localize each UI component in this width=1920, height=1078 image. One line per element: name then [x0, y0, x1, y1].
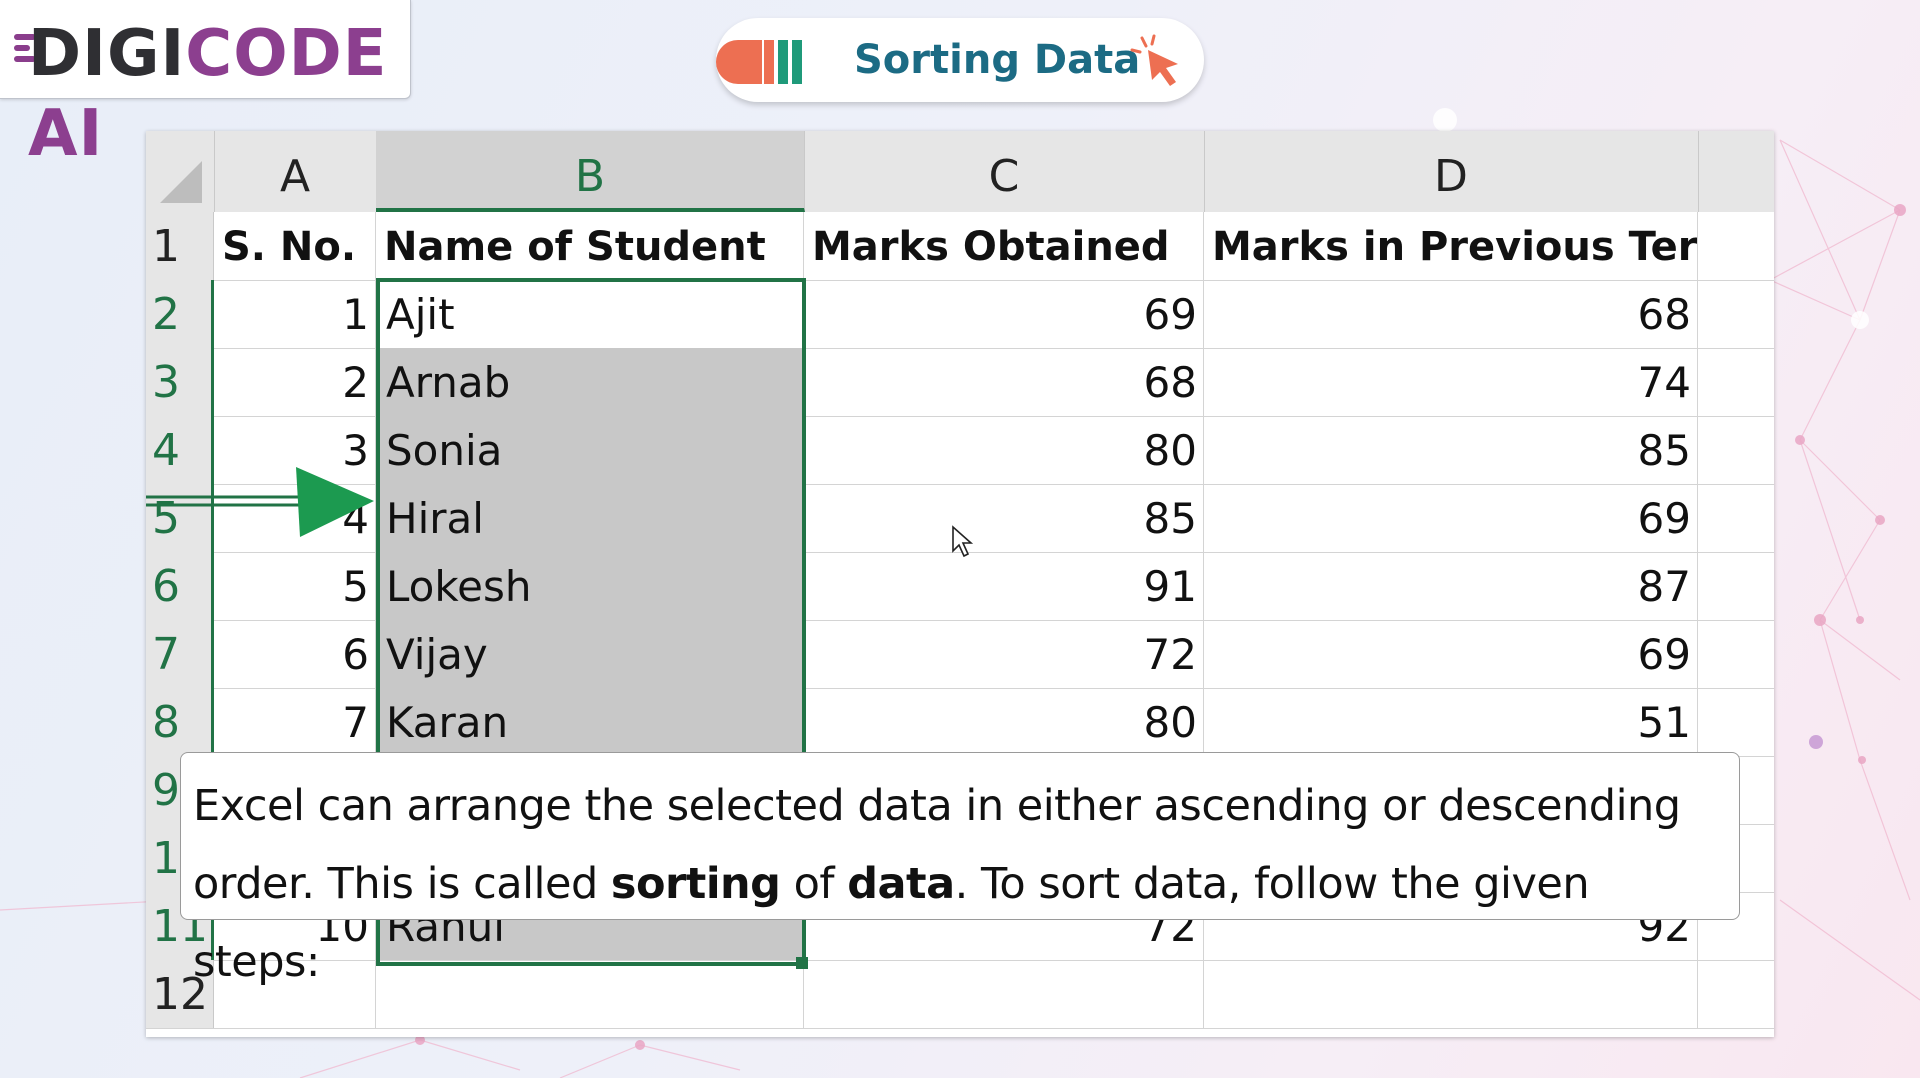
- cell-sno[interactable]: 7: [214, 688, 376, 756]
- table-row-header: 1 S. No. Name of Student Marks Obtained …: [146, 212, 1774, 281]
- cell-name[interactable]: [376, 960, 804, 1028]
- digicode-ai-logo: DIGICODE AI: [0, 0, 411, 171]
- mouse-pointer-icon: [952, 525, 974, 558]
- logo-text-part1: DIGI: [28, 17, 186, 91]
- title-pill: Sorting Data: [716, 18, 1204, 102]
- cell-name[interactable]: Lokesh: [376, 552, 804, 620]
- table-row: 12: [146, 960, 1774, 1029]
- cell-prev-marks[interactable]: 69: [1204, 484, 1698, 552]
- row-number[interactable]: 2: [146, 280, 214, 348]
- cell-prev-marks[interactable]: 74: [1204, 348, 1698, 416]
- cell-marks[interactable]: 80: [804, 688, 1204, 756]
- click-cursor-icon: [1130, 34, 1178, 86]
- table-row: 8 7 Karan 80 51: [146, 688, 1774, 757]
- row-number[interactable]: 8: [146, 688, 214, 756]
- cell-name[interactable]: Hiral: [376, 484, 804, 552]
- cell-sno[interactable]: 2: [214, 348, 376, 416]
- table-row: 2 1 Ajit 69 68: [146, 280, 1774, 349]
- page-title: Sorting Data: [854, 37, 1141, 83]
- cell-prev-marks[interactable]: 51: [1204, 688, 1698, 756]
- row-number[interactable]: 1: [146, 212, 214, 280]
- cell-name[interactable]: Arnab: [376, 348, 804, 416]
- caption-box: Excel can arrange the selected data in e…: [180, 752, 1740, 987]
- cell-marks[interactable]: 85: [804, 484, 1204, 552]
- row-number[interactable]: 6: [146, 552, 214, 620]
- table-row: 4 3 Sonia 80 85: [146, 416, 1774, 485]
- cell-marks[interactable]: 80: [804, 416, 1204, 484]
- cell-marks[interactable]: 69: [804, 280, 1204, 348]
- fill-handle[interactable]: [796, 957, 808, 969]
- cell-name[interactable]: Karan: [376, 688, 804, 756]
- row-number[interactable]: 3: [146, 348, 214, 416]
- cell-marks[interactable]: 72: [804, 620, 1204, 688]
- caption-bold-sorting: sorting: [610, 859, 781, 909]
- cell-sno[interactable]: 1: [214, 280, 376, 348]
- cell-c1[interactable]: Marks Obtained: [804, 212, 1204, 280]
- cell-b1[interactable]: Name of Student: [376, 212, 804, 280]
- cell-marks[interactable]: 91: [804, 552, 1204, 620]
- caption-bold-data: data: [847, 859, 955, 909]
- caption-text: of: [780, 859, 848, 909]
- cell-prev-marks[interactable]: [1204, 960, 1698, 1028]
- cell-name[interactable]: Vijay: [376, 620, 804, 688]
- column-header-c[interactable]: C: [804, 131, 1205, 212]
- cell-marks[interactable]: [804, 960, 1204, 1028]
- cell-sno[interactable]: 6: [214, 620, 376, 688]
- column-header-row: A B C D: [146, 131, 1774, 212]
- cell-prev-marks[interactable]: 85: [1204, 416, 1698, 484]
- cell-name[interactable]: Ajit: [376, 280, 804, 348]
- table-row: 6 5 Lokesh 91 87: [146, 552, 1774, 621]
- column-header-b[interactable]: B: [376, 131, 805, 212]
- cell-a1[interactable]: S. No.: [214, 212, 376, 280]
- column-header-d[interactable]: D: [1204, 131, 1699, 212]
- select-all-corner[interactable]: [146, 131, 215, 212]
- select-all-triangle-icon: [160, 161, 202, 203]
- cell-d1[interactable]: Marks in Previous Terms: [1204, 212, 1698, 280]
- cell-prev-marks[interactable]: 69: [1204, 620, 1698, 688]
- cell-sno[interactable]: 5: [214, 552, 376, 620]
- cell-prev-marks[interactable]: 68: [1204, 280, 1698, 348]
- cell-name[interactable]: Sonia: [376, 416, 804, 484]
- table-row: 3 2 Arnab 68 74: [146, 348, 1774, 417]
- pointer-arrow-icon: [146, 467, 374, 537]
- cell-prev-marks[interactable]: 87: [1204, 552, 1698, 620]
- table-row: 7 6 Vijay 72 69: [146, 620, 1774, 689]
- cell-marks[interactable]: 68: [804, 348, 1204, 416]
- column-header-a[interactable]: A: [214, 131, 377, 212]
- row-number[interactable]: 7: [146, 620, 214, 688]
